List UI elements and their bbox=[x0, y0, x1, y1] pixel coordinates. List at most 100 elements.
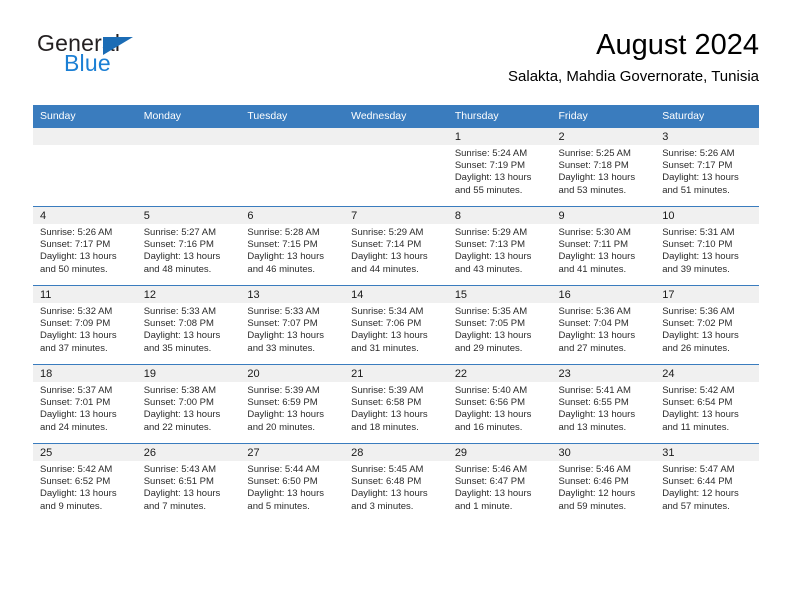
day-sun-info: Sunrise: 5:24 AM Sunset: 7:19 PM Daylight:… bbox=[448, 145, 552, 197]
sunrise-text: Sunrise: 5:43 AM bbox=[143, 464, 217, 475]
calendar-day-cell[interactable]: 4 Sunrise: 5:26 AM Sunset: 7:17 PM Daylight… bbox=[33, 206, 137, 286]
day-cell-content: 14 Sunrise: 5:34 AM Sunset: 7:06 PM Dayligh… bbox=[344, 286, 448, 364]
weekday-header-saturday: Saturday bbox=[655, 105, 759, 128]
daylight-text-line1: Daylight: 13 hours bbox=[454, 330, 532, 342]
calendar-week-row: 4 Sunrise: 5:26 AM Sunset: 7:17 PM Daylight… bbox=[33, 206, 759, 286]
daylight-text-line1: Daylight: 13 hours bbox=[662, 251, 739, 263]
calendar-day-cell[interactable]: 11 Sunrise: 5:32 AM Sunset: 7:09 PM Dayligh… bbox=[33, 285, 137, 365]
sunset-text: Sunset: 6:59 PM bbox=[247, 397, 318, 409]
calendar-day-cell[interactable]: 17 Sunrise: 5:36 AM Sunset: 7:02 PM Dayligh… bbox=[655, 285, 759, 365]
sunset-text: Sunset: 6:52 PM bbox=[40, 476, 111, 488]
day-cell-content: 30 Sunrise: 5:46 AM Sunset: 6:46 PM Dayligh… bbox=[551, 444, 656, 522]
calendar-day-cell[interactable]: 1 Sunrise: 5:24 AM Sunset: 7:19 PM Daylight… bbox=[447, 127, 552, 207]
calendar-day-cell[interactable]: 19 Sunrise: 5:38 AM Sunset: 7:00 PM Dayligh… bbox=[136, 364, 241, 444]
sunrise-text: Sunrise: 5:24 AM bbox=[454, 148, 528, 159]
day-cell-content: 8 Sunrise: 5:29 AM Sunset: 7:13 PM Daylight… bbox=[447, 207, 552, 285]
day-number: 28 bbox=[344, 444, 448, 461]
calendar-day-cell[interactable]: 10 Sunrise: 5:31 AM Sunset: 7:10 PM Dayligh… bbox=[655, 206, 759, 286]
day-sun-info: Sunrise: 5:33 AM Sunset: 7:07 PM Daylight:… bbox=[240, 303, 344, 355]
sunset-text: Sunset: 7:17 PM bbox=[40, 239, 111, 251]
daylight-text-line1: Daylight: 13 hours bbox=[247, 251, 324, 263]
calendar-day-cell[interactable]: 13 Sunrise: 5:33 AM Sunset: 7:07 PM Dayligh… bbox=[240, 285, 345, 365]
calendar-day-cell[interactable]: 29 Sunrise: 5:46 AM Sunset: 6:47 PM Dayligh… bbox=[447, 443, 552, 522]
daylight-text-line2: and 3 minutes. bbox=[351, 500, 414, 512]
calendar-day-cell[interactable]: 22 Sunrise: 5:40 AM Sunset: 6:56 PM Dayligh… bbox=[447, 364, 552, 444]
day-cell-content bbox=[240, 128, 345, 206]
daylight-text-line1: Daylight: 13 hours bbox=[247, 409, 324, 421]
sunrise-text: Sunrise: 5:42 AM bbox=[40, 464, 113, 475]
calendar-day-cell bbox=[240, 127, 345, 207]
sunset-text: Sunset: 7:02 PM bbox=[662, 318, 733, 330]
calendar-body: 1 Sunrise: 5:24 AM Sunset: 7:19 PM Daylight… bbox=[33, 127, 759, 522]
calendar-day-cell[interactable]: 20 Sunrise: 5:39 AM Sunset: 6:59 PM Dayligh… bbox=[240, 364, 345, 444]
weekday-header-tuesday: Tuesday bbox=[240, 105, 345, 128]
calendar-day-cell[interactable]: 16 Sunrise: 5:36 AM Sunset: 7:04 PM Dayligh… bbox=[551, 285, 656, 365]
calendar-day-cell[interactable]: 31 Sunrise: 5:47 AM Sunset: 6:44 PM Dayligh… bbox=[655, 443, 759, 522]
day-sun-info: Sunrise: 5:41 AM Sunset: 6:55 PM Daylight:… bbox=[552, 382, 656, 434]
sunrise-text: Sunrise: 5:32 AM bbox=[40, 306, 113, 317]
day-sun-info: Sunrise: 5:25 AM Sunset: 7:18 PM Daylight:… bbox=[552, 145, 656, 197]
calendar-week-row: 18 Sunrise: 5:37 AM Sunset: 7:01 PM Dayligh… bbox=[33, 364, 759, 444]
calendar-day-cell[interactable]: 27 Sunrise: 5:44 AM Sunset: 6:50 PM Dayligh… bbox=[240, 443, 345, 522]
day-sun-info: Sunrise: 5:39 AM Sunset: 6:58 PM Daylight:… bbox=[344, 382, 448, 434]
sunset-text: Sunset: 6:44 PM bbox=[662, 476, 733, 488]
day-cell-content: 10 Sunrise: 5:31 AM Sunset: 7:10 PM Dayligh… bbox=[655, 207, 759, 285]
daylight-text-line2: and 31 minutes. bbox=[351, 342, 419, 354]
calendar-day-cell[interactable]: 7 Sunrise: 5:29 AM Sunset: 7:14 PM Daylight… bbox=[344, 206, 448, 286]
sunrise-text: Sunrise: 5:33 AM bbox=[143, 306, 217, 317]
sunrise-text: Sunrise: 5:46 AM bbox=[558, 464, 631, 475]
day-cell-content: 4 Sunrise: 5:26 AM Sunset: 7:17 PM Daylight… bbox=[33, 207, 137, 285]
daylight-text-line2: and 13 minutes. bbox=[558, 421, 627, 433]
daylight-text-line1: Daylight: 13 hours bbox=[454, 251, 532, 263]
calendar-day-cell[interactable]: 6 Sunrise: 5:28 AM Sunset: 7:15 PM Daylight… bbox=[240, 206, 345, 286]
day-cell-content bbox=[136, 128, 241, 206]
sunset-text: Sunset: 7:19 PM bbox=[454, 160, 526, 172]
calendar-day-cell[interactable]: 12 Sunrise: 5:33 AM Sunset: 7:08 PM Dayligh… bbox=[136, 285, 241, 365]
sunset-text: Sunset: 6:58 PM bbox=[351, 397, 422, 409]
calendar-day-cell[interactable]: 24 Sunrise: 5:42 AM Sunset: 6:54 PM Dayligh… bbox=[655, 364, 759, 444]
calendar-day-cell[interactable]: 14 Sunrise: 5:34 AM Sunset: 7:06 PM Dayligh… bbox=[344, 285, 448, 365]
daylight-text-line2: and 51 minutes. bbox=[662, 184, 730, 196]
sunrise-sunset-calendar: Sunday Monday Tuesday Wednesday Thursday… bbox=[33, 105, 759, 522]
daylight-text-line2: and 43 minutes. bbox=[454, 263, 523, 275]
calendar-day-cell[interactable]: 18 Sunrise: 5:37 AM Sunset: 7:01 PM Dayligh… bbox=[33, 364, 137, 444]
sunset-text: Sunset: 6:46 PM bbox=[558, 476, 629, 488]
day-cell-content: 15 Sunrise: 5:35 AM Sunset: 7:05 PM Dayligh… bbox=[447, 286, 552, 364]
sunrise-text: Sunrise: 5:25 AM bbox=[558, 148, 631, 159]
sunset-text: Sunset: 7:06 PM bbox=[351, 318, 422, 330]
day-sun-info: Sunrise: 5:33 AM Sunset: 7:08 PM Daylight:… bbox=[137, 303, 241, 355]
sunset-text: Sunset: 6:47 PM bbox=[454, 476, 526, 488]
calendar-day-cell bbox=[344, 127, 448, 207]
calendar-week-row: 25 Sunrise: 5:42 AM Sunset: 6:52 PM Dayligh… bbox=[33, 443, 759, 522]
calendar-day-cell[interactable]: 23 Sunrise: 5:41 AM Sunset: 6:55 PM Dayligh… bbox=[551, 364, 656, 444]
sunrise-text: Sunrise: 5:35 AM bbox=[454, 306, 528, 317]
day-cell-content: 26 Sunrise: 5:43 AM Sunset: 6:51 PM Dayligh… bbox=[136, 444, 241, 522]
page-header: General Blue August 2024 Salakta, Mahdia… bbox=[33, 28, 759, 96]
calendar-day-cell[interactable]: 3 Sunrise: 5:26 AM Sunset: 7:17 PM Daylight… bbox=[655, 127, 759, 207]
sunset-text: Sunset: 7:18 PM bbox=[558, 160, 629, 172]
daylight-text-line1: Daylight: 12 hours bbox=[662, 488, 739, 500]
calendar-day-cell[interactable]: 28 Sunrise: 5:45 AM Sunset: 6:48 PM Dayligh… bbox=[344, 443, 448, 522]
calendar-day-cell[interactable]: 15 Sunrise: 5:35 AM Sunset: 7:05 PM Dayligh… bbox=[447, 285, 552, 365]
calendar-day-cell[interactable]: 9 Sunrise: 5:30 AM Sunset: 7:11 PM Daylight… bbox=[551, 206, 656, 286]
sunset-text: Sunset: 7:15 PM bbox=[247, 239, 318, 251]
sunset-text: Sunset: 6:56 PM bbox=[454, 397, 526, 409]
calendar-day-cell[interactable]: 30 Sunrise: 5:46 AM Sunset: 6:46 PM Dayligh… bbox=[551, 443, 656, 522]
calendar-day-cell[interactable]: 2 Sunrise: 5:25 AM Sunset: 7:18 PM Daylight… bbox=[551, 127, 656, 207]
sunset-text: Sunset: 7:11 PM bbox=[558, 239, 629, 251]
day-sun-info: Sunrise: 5:38 AM Sunset: 7:00 PM Daylight:… bbox=[137, 382, 241, 434]
daylight-text-line1: Daylight: 13 hours bbox=[351, 330, 428, 342]
day-cell-content: 19 Sunrise: 5:38 AM Sunset: 7:00 PM Dayligh… bbox=[136, 365, 241, 443]
calendar-week-row: 1 Sunrise: 5:24 AM Sunset: 7:19 PM Daylight… bbox=[33, 127, 759, 207]
general-blue-logo[interactable]: General Blue bbox=[33, 28, 273, 88]
sunset-text: Sunset: 7:17 PM bbox=[662, 160, 733, 172]
calendar-day-cell[interactable]: 26 Sunrise: 5:43 AM Sunset: 6:51 PM Dayligh… bbox=[136, 443, 241, 522]
day-sun-info: Sunrise: 5:46 AM Sunset: 6:46 PM Daylight:… bbox=[552, 461, 656, 513]
calendar-day-cell[interactable]: 8 Sunrise: 5:29 AM Sunset: 7:13 PM Daylight… bbox=[447, 206, 552, 286]
daylight-text-line1: Daylight: 13 hours bbox=[454, 172, 532, 184]
sunset-text: Sunset: 7:00 PM bbox=[143, 397, 214, 409]
calendar-day-cell[interactable]: 25 Sunrise: 5:42 AM Sunset: 6:52 PM Dayligh… bbox=[33, 443, 137, 522]
calendar-day-cell[interactable]: 5 Sunrise: 5:27 AM Sunset: 7:16 PM Daylight… bbox=[136, 206, 241, 286]
calendar-day-cell[interactable]: 21 Sunrise: 5:39 AM Sunset: 6:58 PM Dayligh… bbox=[344, 364, 448, 444]
day-number: 16 bbox=[551, 286, 656, 303]
